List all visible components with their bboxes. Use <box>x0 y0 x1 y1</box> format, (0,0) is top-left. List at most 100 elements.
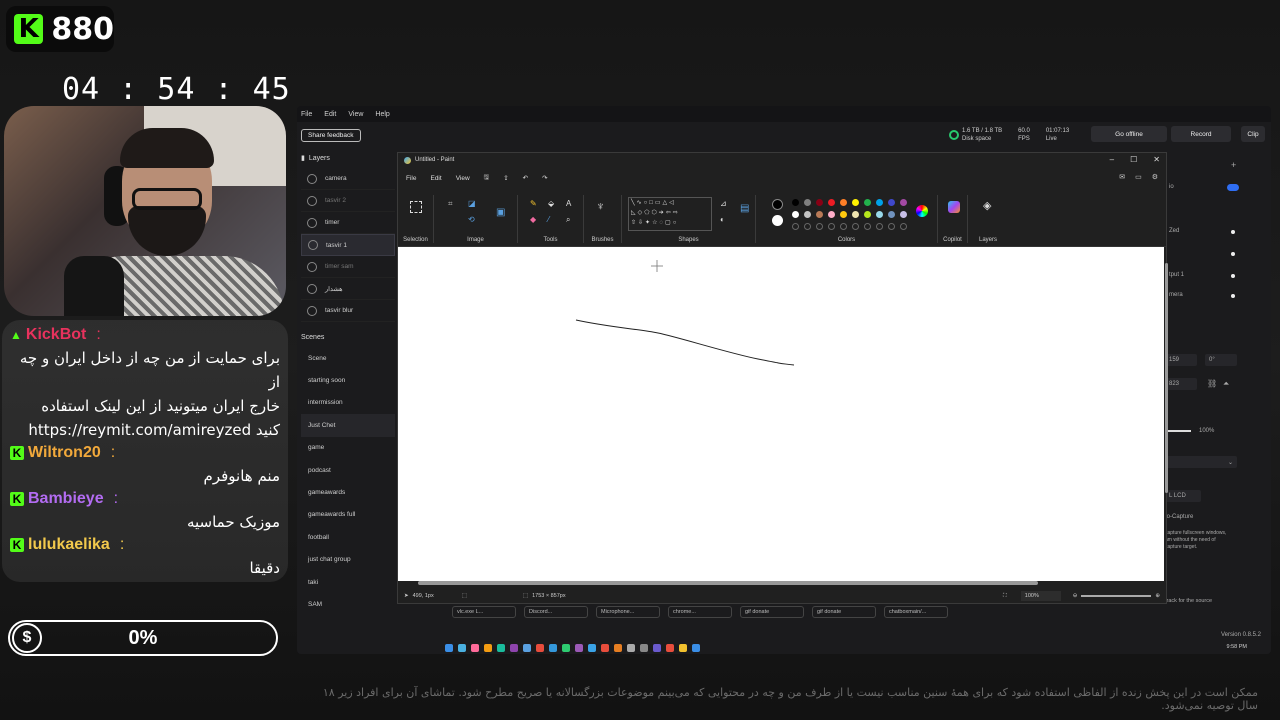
chat-username[interactable]: Wiltron20 <box>28 444 101 462</box>
magnifier-icon[interactable]: ⌕ <box>566 215 570 225</box>
color-swatch[interactable] <box>876 211 883 218</box>
layer-item[interactable]: timer <box>301 212 395 234</box>
chat-username[interactable]: lulukaelika <box>28 536 110 554</box>
layer-item[interactable]: timer sam <box>301 256 395 278</box>
rp-dot-4[interactable] <box>1231 294 1235 298</box>
eraser-icon[interactable]: ◆ <box>530 215 536 224</box>
brush-icon[interactable]: ♆ <box>596 199 605 213</box>
source-tab[interactable]: chrome... <box>668 606 732 618</box>
scene-item[interactable]: gameawards full <box>301 504 395 526</box>
paint-menu-view[interactable]: View <box>456 175 470 182</box>
vertical-scrollbar[interactable] <box>1165 263 1168 493</box>
color-swatch[interactable] <box>864 211 871 218</box>
taskbar-app-icon[interactable] <box>536 644 544 652</box>
clip-button[interactable]: Clip <box>1241 126 1265 142</box>
secondary-color[interactable] <box>772 215 783 226</box>
resize-icon[interactable]: ◪ <box>468 199 476 208</box>
paint-menu-file[interactable]: File <box>406 175 416 182</box>
outline-icon[interactable]: ⊿ <box>720 199 727 208</box>
zoom-dropdown[interactable]: 100% <box>1020 591 1061 601</box>
color-swatch[interactable] <box>876 199 883 206</box>
link-icon[interactable]: ⛓ <box>1207 379 1217 388</box>
source-tab[interactable]: gif donate <box>812 606 876 618</box>
taskbar-app-icon[interactable] <box>471 644 479 652</box>
taskbar-app-icon[interactable] <box>588 644 596 652</box>
color-swatch[interactable] <box>888 199 895 206</box>
custom-color-slot[interactable] <box>852 223 859 230</box>
custom-color-slot[interactable] <box>864 223 871 230</box>
scene-item[interactable]: football <box>301 526 395 548</box>
device-dropdown[interactable]: L LCD <box>1165 490 1201 502</box>
zoom-slider[interactable] <box>1081 595 1152 597</box>
color-swatch[interactable] <box>804 211 811 218</box>
shape-fill-icon[interactable]: ◐ <box>720 215 725 224</box>
copilot-icon[interactable] <box>948 201 960 213</box>
layer-item[interactable]: هشدار <box>301 278 395 300</box>
color-swatch[interactable] <box>900 211 907 218</box>
fit-icon[interactable]: ⛶ <box>1003 593 1007 600</box>
paint-canvas[interactable] <box>398 247 1164 581</box>
taskbar-app-icon[interactable] <box>614 644 622 652</box>
layer-item[interactable]: tasvir 1 <box>301 234 395 256</box>
taskbar-app-icon[interactable] <box>575 644 583 652</box>
color-swatch[interactable] <box>792 211 799 218</box>
record-button[interactable]: Record <box>1171 126 1231 142</box>
color-swatch[interactable] <box>828 199 835 206</box>
crop-icon[interactable]: ⌗ <box>448 199 453 209</box>
source-tab[interactable]: Microphone... <box>596 606 660 618</box>
size-icon[interactable]: ▤ <box>740 203 749 214</box>
pencil-icon[interactable]: ✎ <box>530 199 537 208</box>
share-icon[interactable]: ⇪ <box>503 174 508 182</box>
taskbar-app-icon[interactable] <box>679 644 687 652</box>
source-tab[interactable]: Discord... <box>524 606 588 618</box>
color-swatch[interactable] <box>816 199 823 206</box>
menu-file[interactable]: File <box>301 111 312 118</box>
settings-gear-icon[interactable]: ⚙ <box>1152 173 1158 181</box>
opacity-slider[interactable] <box>1165 430 1191 432</box>
selection-icon[interactable] <box>410 201 422 213</box>
layer-item[interactable]: camera <box>301 168 395 190</box>
go-offline-button[interactable]: Go offline <box>1091 126 1167 142</box>
fill-icon[interactable]: ⬙ <box>548 199 554 208</box>
menu-edit[interactable]: Edit <box>324 111 336 118</box>
image-select-icon[interactable]: ▣ <box>496 207 505 218</box>
primary-color[interactable] <box>772 199 783 210</box>
custom-color-slot[interactable] <box>840 223 847 230</box>
layer-item[interactable]: tasvir blur <box>301 300 395 322</box>
color-swatch[interactable] <box>804 199 811 206</box>
taskbar-app-icon[interactable] <box>562 644 570 652</box>
share-feedback-button[interactable]: Share feedback <box>301 128 361 142</box>
custom-color-slot[interactable] <box>828 223 835 230</box>
taskbar-app-icon[interactable] <box>445 644 453 652</box>
taskbar-app-icon[interactable] <box>653 644 661 652</box>
taskbar-app-icon[interactable] <box>640 644 648 652</box>
scene-item[interactable]: just chat group <box>301 549 395 571</box>
source-tab[interactable]: gif donate <box>740 606 804 618</box>
taskbar-app-icon[interactable] <box>510 644 518 652</box>
color-swatch[interactable] <box>864 199 871 206</box>
zoom-in-icon[interactable]: ⊕ <box>1155 593 1160 599</box>
chat-username[interactable]: KickBot <box>26 326 86 344</box>
chat-username[interactable]: Bambieye <box>28 490 104 508</box>
rp-dot-1[interactable] <box>1231 230 1235 234</box>
rp-dot-2[interactable] <box>1231 252 1235 256</box>
scene-item[interactable]: taki <box>301 571 395 593</box>
layer-item[interactable]: tasvir 2 <box>301 190 395 212</box>
custom-color-slot[interactable] <box>804 223 811 230</box>
minimize-icon[interactable]: – <box>1110 155 1114 164</box>
close-icon[interactable]: ✕ <box>1153 155 1160 164</box>
paint-menu-edit[interactable]: Edit <box>430 175 441 182</box>
source-tab[interactable]: vlc.exe L... <box>452 606 516 618</box>
save-icon[interactable]: 🖫 <box>484 173 490 184</box>
taskbar-app-icon[interactable] <box>497 644 505 652</box>
taskbar-app-icon[interactable] <box>458 644 466 652</box>
scene-item[interactable]: podcast <box>301 459 395 481</box>
taskbar-app-icon[interactable] <box>523 644 531 652</box>
menu-view[interactable]: View <box>348 111 363 118</box>
zoom-out-icon[interactable]: ⊖ <box>1073 593 1078 599</box>
flip-icon[interactable]: ⏶ <box>1223 379 1229 389</box>
layers-icon[interactable]: ◈ <box>983 199 991 212</box>
audio-toggle[interactable] <box>1227 184 1239 191</box>
taskbar-app-icon[interactable] <box>627 644 635 652</box>
redo-icon[interactable]: ↷ <box>542 174 547 182</box>
